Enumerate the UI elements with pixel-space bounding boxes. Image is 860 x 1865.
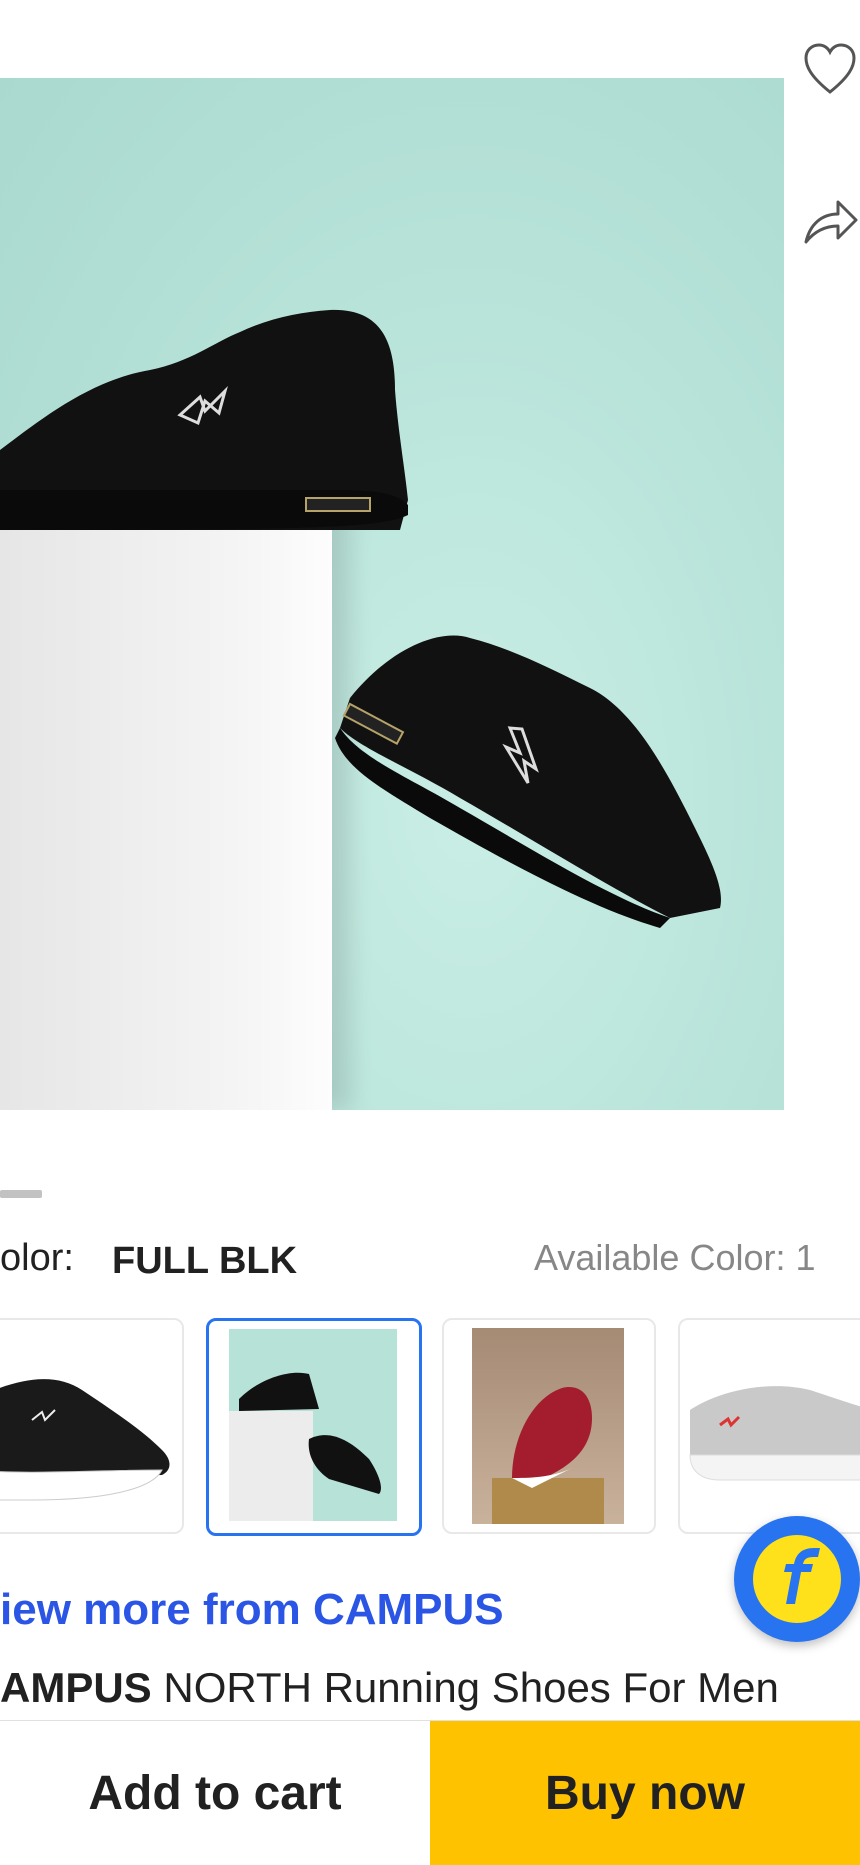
product-title: AMPUS NORTH Running Shoes For Men xyxy=(0,1664,779,1712)
buy-now-button[interactable]: Buy now xyxy=(430,1721,860,1865)
product-hero-image[interactable] xyxy=(0,78,784,1110)
color-thumbnail-full-black[interactable] xyxy=(206,1318,422,1536)
product-name: NORTH Running Shoes For Men xyxy=(151,1664,779,1711)
shoe-lower-image xyxy=(335,635,721,928)
bottom-action-bar: Add to cart Buy now xyxy=(0,1720,860,1865)
flipkart-assistant-button[interactable] xyxy=(734,1516,860,1642)
carousel-indicator xyxy=(0,1190,42,1198)
color-thumbnail-black-white[interactable] xyxy=(0,1318,184,1534)
flipkart-f-icon xyxy=(753,1535,841,1623)
available-color-label: Available Color: 1 xyxy=(534,1237,816,1278)
color-thumbnail-red[interactable] xyxy=(442,1318,656,1534)
color-label: olor: xyxy=(0,1237,74,1279)
color-value: FULL BLK xyxy=(112,1240,298,1282)
heart-icon[interactable] xyxy=(800,40,860,100)
product-brand: AMPUS xyxy=(0,1664,152,1711)
shoe-upper-image xyxy=(0,309,408,530)
share-icon[interactable] xyxy=(800,190,860,250)
color-thumbnail-grey[interactable] xyxy=(678,1318,860,1534)
add-to-cart-button[interactable]: Add to cart xyxy=(0,1721,430,1865)
pedestal xyxy=(0,510,332,1110)
view-more-from-brand-link[interactable]: iew more from CAMPUS xyxy=(0,1585,504,1635)
